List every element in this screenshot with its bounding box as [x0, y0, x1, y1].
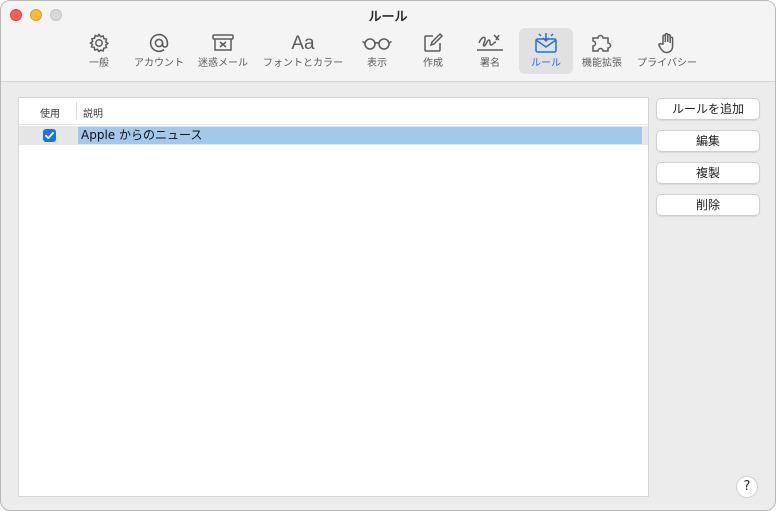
tab-viewing[interactable]: 表示 [358, 28, 396, 74]
tab-viewing-label: 表示 [367, 58, 387, 69]
table-header: 使用 説明 [19, 98, 648, 125]
tab-general[interactable]: 一般 [81, 28, 117, 74]
help-button[interactable]: ? [736, 476, 758, 498]
tab-rules-label: ルール [531, 58, 561, 69]
tab-accounts-label: アカウント [134, 58, 184, 69]
hand-icon [634, 31, 700, 58]
tab-fonts-colors-label: フォントとカラー [263, 58, 343, 69]
at-icon [129, 31, 189, 58]
add-rule-button[interactable]: ルールを追加 [656, 98, 760, 120]
column-divider [76, 102, 77, 120]
font-icon: Aa [259, 31, 347, 58]
titlebar: ルール 一般 アカウント 迷惑メール Aa フォントとカラー 表示 作成 署名 … [1, 1, 775, 82]
tab-privacy[interactable]: プライバシー [634, 28, 700, 74]
table-row[interactable]: Apple からのニュース [19, 126, 648, 145]
preferences-window: ルール 一般 アカウント 迷惑メール Aa フォントとカラー 表示 作成 署名 … [0, 0, 776, 511]
tab-signatures-label: 署名 [480, 58, 500, 69]
tab-signatures[interactable]: 署名 [471, 28, 509, 74]
window-title: ルール [368, 10, 408, 25]
duplicate-button[interactable]: 複製 [656, 162, 760, 184]
rules-icon [519, 31, 573, 58]
signature-icon [471, 31, 509, 58]
glasses-icon [358, 31, 396, 58]
junk-icon [194, 31, 252, 58]
puzzle-icon [579, 31, 625, 58]
tab-rules[interactable]: ルール [519, 28, 573, 74]
tab-composing-label: 作成 [423, 58, 443, 69]
column-header-use[interactable]: 使用 [40, 105, 60, 120]
rules-table: 使用 説明 Apple からのニュース [18, 97, 649, 497]
edit-button[interactable]: 編集 [656, 130, 760, 152]
font-glyph: Aa [291, 33, 315, 54]
delete-button[interactable]: 削除 [656, 194, 760, 216]
tab-accounts[interactable]: アカウント [129, 28, 189, 74]
compose-icon [415, 31, 451, 58]
toolbar: 一般 アカウント 迷惑メール Aa フォントとカラー 表示 作成 署名 ルール … [1, 27, 775, 77]
tab-extensions[interactable]: 機能拡張 [579, 28, 625, 74]
rule-enabled-checkbox[interactable] [43, 129, 56, 142]
tab-general-label: 一般 [89, 58, 109, 69]
tab-privacy-label: プライバシー [637, 58, 697, 69]
tab-fonts-colors[interactable]: Aa フォントとカラー [259, 28, 347, 74]
gear-icon [81, 31, 117, 58]
tab-extensions-label: 機能拡張 [582, 58, 622, 69]
tab-junk[interactable]: 迷惑メール [194, 28, 252, 74]
tab-composing[interactable]: 作成 [415, 28, 451, 74]
rule-description[interactable]: Apple からのニュース [78, 127, 642, 144]
checkmark-icon [45, 132, 54, 139]
column-header-description[interactable]: 説明 [83, 105, 103, 120]
tab-junk-label: 迷惑メール [198, 58, 248, 69]
